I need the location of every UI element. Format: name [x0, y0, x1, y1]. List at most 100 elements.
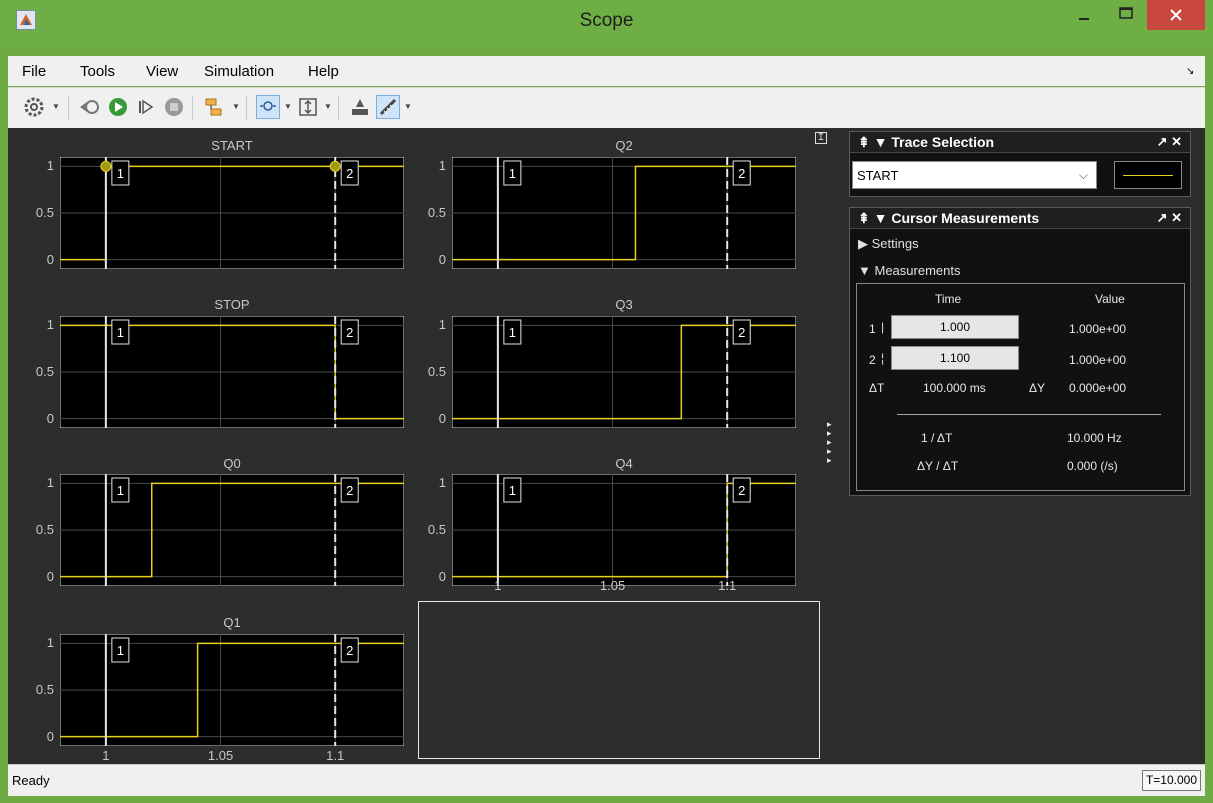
- zoom-icon[interactable]: [256, 95, 280, 119]
- axes-q4[interactable]: 12: [452, 474, 796, 586]
- collapse-panel-icon[interactable]: ▸ ▸ ▸ ▸ ▸: [827, 420, 832, 465]
- status-text: Ready: [12, 773, 50, 788]
- menu-tools[interactable]: Tools: [80, 63, 115, 80]
- send-to-workspace-icon[interactable]: [348, 95, 372, 119]
- y-tick-label: 1: [46, 317, 54, 333]
- y-tick-label: 0.5: [427, 522, 446, 537]
- divider: [897, 414, 1161, 415]
- expand-arrow-icon: ▶: [858, 236, 868, 251]
- cursor-1-label: 1: [117, 325, 124, 340]
- maximize-icon: [1119, 7, 1133, 19]
- axes-q3[interactable]: 12: [452, 316, 796, 428]
- cursor-measurements-panel: ⇞ ▼ Cursor Measurements ↗ ✕ ▶ Settings ▼…: [849, 207, 1191, 496]
- x-tick-label: 1.1: [326, 748, 345, 763]
- collapse-icon[interactable]: ▼: [874, 210, 888, 226]
- y-tick-label: 1: [438, 475, 446, 491]
- scope-window: Scope File Tools View Simulation Help ↘ …: [0, 0, 1213, 803]
- cursor2-value: 1.000e+00: [1069, 353, 1127, 367]
- maximize-button[interactable]: [1105, 0, 1147, 30]
- stop-icon[interactable]: [162, 95, 186, 119]
- minimize-button[interactable]: [1063, 0, 1105, 30]
- pin-icon[interactable]: ⇞: [858, 210, 870, 226]
- menu-help[interactable]: Help: [308, 63, 339, 80]
- axes-title: STOP: [214, 297, 250, 312]
- value-header: Value: [1095, 292, 1125, 306]
- settings-dropdown-icon[interactable]: ▼: [52, 102, 60, 111]
- settings-section[interactable]: ▶ Settings: [858, 236, 919, 252]
- y-tick-label: 0.5: [427, 364, 446, 379]
- y-tick-label: 0: [46, 410, 54, 426]
- empty-axes[interactable]: [418, 601, 820, 759]
- pin-icon[interactable]: ⇞: [858, 134, 870, 150]
- delta-t-value: 100.000 ms: [923, 381, 986, 395]
- y-tick-label: 0.5: [35, 205, 54, 220]
- measurements-box: Time Value 1 | 1.000 1.000e+00 2 ¦ 1.100…: [856, 283, 1185, 491]
- undock-panel-icon[interactable]: ↗: [1157, 134, 1168, 149]
- axes-q2[interactable]: 12: [452, 157, 796, 269]
- cursor1-time-field[interactable]: 1.000: [891, 315, 1019, 339]
- menu-file[interactable]: File: [22, 63, 46, 80]
- axes-stop[interactable]: 12: [60, 316, 404, 428]
- cursor-1-label: 1: [509, 325, 516, 340]
- cursor2-time-field[interactable]: 1.100: [891, 346, 1019, 370]
- undock-axes-icon[interactable]: ↥: [815, 132, 827, 144]
- scale-axes-icon[interactable]: [296, 95, 320, 119]
- separator: [246, 96, 247, 120]
- step-forward-icon[interactable]: [134, 95, 158, 119]
- cursor2-label: 2: [869, 353, 876, 367]
- menu-simulation[interactable]: Simulation: [204, 63, 274, 80]
- inverse-delta-t-value: 10.000 Hz: [1067, 431, 1122, 445]
- panel-buttons: ↗ ✕: [1157, 134, 1182, 150]
- close-button[interactable]: [1147, 0, 1205, 30]
- panel-header[interactable]: ⇞ ▼ Trace Selection ↗ ✕: [850, 132, 1190, 153]
- highlight-dropdown-icon[interactable]: ▼: [232, 102, 240, 111]
- y-tick-label: 0: [438, 568, 446, 584]
- y-tick-label: 0: [46, 728, 54, 744]
- panel-header[interactable]: ⇞ ▼ Cursor Measurements ↗ ✕: [850, 208, 1190, 229]
- cursor-2-label: 2: [738, 483, 745, 498]
- cursor-2-label: 2: [346, 325, 353, 340]
- cursor-2-label: 2: [346, 483, 353, 498]
- slope-value: 0.000 (/s): [1067, 459, 1118, 473]
- collapse-icon[interactable]: ▼: [874, 134, 888, 150]
- panel-title-group: ⇞ ▼ Cursor Measurements: [858, 210, 1039, 227]
- cursor-measurements-icon[interactable]: [376, 95, 400, 119]
- panel-buttons: ↗ ✕: [1157, 210, 1182, 226]
- cursor-dropdown-icon[interactable]: ▼: [404, 102, 412, 111]
- y-tick-label: 1: [46, 158, 54, 174]
- axes-q0[interactable]: 12: [60, 474, 404, 586]
- dock-arrow-icon[interactable]: ↘: [1186, 66, 1194, 77]
- measurements-section[interactable]: ▼ Measurements: [858, 263, 960, 278]
- measurements-label: Measurements: [874, 263, 961, 278]
- close-panel-icon[interactable]: ✕: [1171, 210, 1182, 225]
- axes-title: Q4: [615, 456, 633, 471]
- trace-select-value: START: [857, 168, 899, 183]
- solid-cursor-icon: |: [881, 320, 885, 334]
- trace-line-style-swatch[interactable]: [1114, 161, 1182, 189]
- x-tick-label: 1: [494, 578, 502, 593]
- zoom-dropdown-icon[interactable]: ▼: [284, 102, 292, 111]
- trace-select[interactable]: START ⌵: [852, 161, 1097, 189]
- menu-view[interactable]: View: [146, 63, 178, 80]
- cursor-measurements-title: Cursor Measurements: [891, 210, 1040, 226]
- title-bar[interactable]: Scope: [0, 0, 1213, 44]
- y-tick-label: 1: [438, 317, 446, 333]
- axes-q1[interactable]: 12: [60, 634, 404, 746]
- highlight-simulink-block-icon[interactable]: [202, 95, 226, 119]
- y-tick-label: 0.5: [427, 205, 446, 220]
- undock-panel-icon[interactable]: ↗: [1157, 210, 1168, 225]
- back-icon[interactable]: [78, 95, 102, 119]
- y-tick-label: 0: [438, 251, 446, 267]
- panel-title-group: ⇞ ▼ Trace Selection: [858, 134, 994, 151]
- axes-start[interactable]: 12: [60, 157, 404, 269]
- time-header: Time: [935, 292, 962, 306]
- inverse-delta-t-label: 1 / ΔT: [921, 431, 953, 445]
- collapse-arrow-icon: ▼: [858, 263, 871, 278]
- close-panel-icon[interactable]: ✕: [1171, 134, 1182, 149]
- scale-dropdown-icon[interactable]: ▼: [324, 102, 332, 111]
- cursor-1-label: 1: [117, 643, 124, 658]
- trace-selection-title: Trace Selection: [891, 134, 995, 150]
- chevron-down-icon[interactable]: ⌵: [1079, 168, 1088, 183]
- settings-icon[interactable]: [22, 95, 46, 119]
- run-icon[interactable]: [106, 95, 130, 119]
